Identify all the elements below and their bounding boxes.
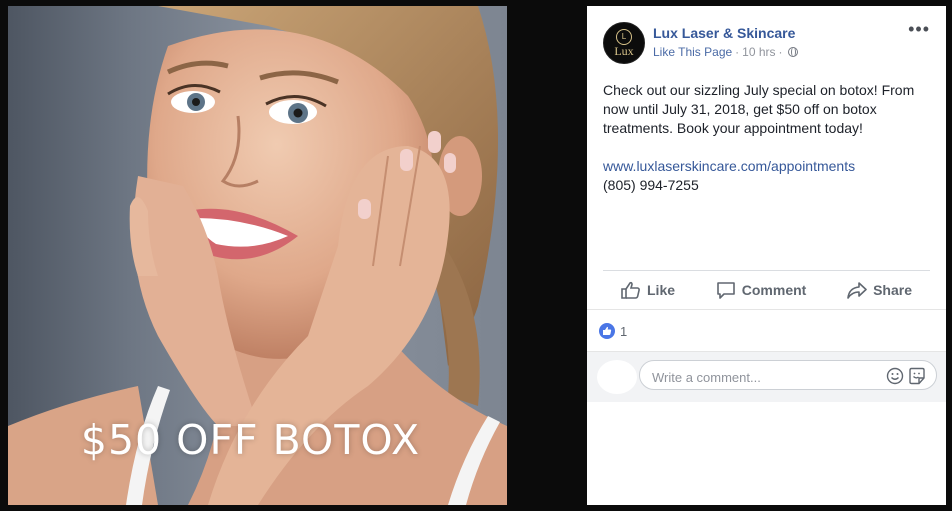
emoji-icon[interactable] [886, 367, 904, 385]
sticker-icon[interactable] [908, 367, 926, 385]
more-options-button[interactable]: ••• [908, 20, 930, 38]
post-photo[interactable]: $50 OFF BOTOX [8, 6, 507, 505]
like-page-link[interactable]: Like This Page [653, 45, 732, 59]
comment-button[interactable]: Comment [698, 281, 825, 299]
share-button[interactable]: Share [829, 281, 930, 299]
page-avatar[interactable]: L Lux [603, 22, 645, 64]
promo-headline: $50 OFF BOTOX [80, 416, 421, 464]
reactions-summary[interactable]: 1 [587, 309, 946, 352]
post-body: Check out our sizzling July special on b… [603, 81, 933, 195]
post-header: L Lux Lux Laser & Skincare Like This Pag… [603, 20, 934, 64]
like-button[interactable]: Like [603, 281, 693, 299]
like-label: Like [647, 282, 676, 298]
comment-label: Comment [741, 282, 807, 298]
actions-divider [603, 270, 930, 271]
globe-icon [787, 47, 798, 57]
share-arrow-icon [847, 282, 867, 299]
avatar-monogram: L [616, 29, 632, 45]
post-message: Check out our sizzling July special on b… [603, 82, 915, 136]
post-card: L Lux Lux Laser & Skincare Like This Pag… [587, 6, 946, 505]
comment-input-wrapper [639, 360, 937, 390]
meta-separator: · [735, 45, 740, 59]
post-timestamp[interactable]: 10 hrs [742, 45, 775, 59]
page-name-link[interactable]: Lux Laser & Skincare [653, 25, 795, 41]
comment-input[interactable] [650, 367, 874, 387]
phone-number: (805) 994-7255 [603, 177, 699, 193]
share-label: Share [873, 282, 912, 298]
post-actions: Like Comment Share [603, 274, 930, 306]
avatar-brand: Lux [614, 44, 634, 58]
current-user-avatar [597, 360, 637, 394]
comment-bubble-icon [716, 282, 735, 299]
meta-separator-2: · [778, 45, 783, 59]
reaction-count: 1 [620, 323, 628, 339]
appointments-link[interactable]: www.luxlaserskincare.com/appointments [603, 158, 855, 174]
comment-composer [587, 351, 946, 402]
thumbs-up-icon [621, 281, 640, 299]
post-meta: Like This Page · 10 hrs · [653, 45, 798, 59]
like-reaction-icon [599, 323, 615, 339]
